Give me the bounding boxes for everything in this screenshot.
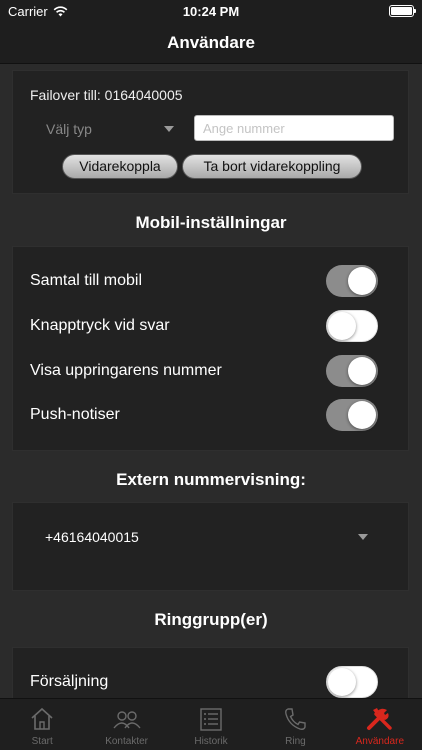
extern-number-select[interactable]: +46164040015: [30, 523, 376, 551]
keypress-answer-toggle[interactable]: [326, 310, 378, 342]
toggle-knob: [328, 668, 356, 696]
tab-ring[interactable]: Ring: [253, 699, 337, 750]
ring-groups-heading: Ringgrupp(er): [154, 610, 268, 629]
status-bar: Carrier 10:24 PM: [0, 0, 422, 22]
page-title: Användare: [167, 33, 255, 52]
nav-bar: Användare: [0, 22, 422, 64]
tab-history[interactable]: Historik: [169, 699, 253, 750]
failover-card: Failover till: 0164040005 Välj typ Vidar…: [12, 70, 409, 194]
tab-label: Ring: [285, 736, 306, 747]
type-select-value: Välj typ: [46, 121, 92, 137]
mobile-settings-heading: Mobil-inställningar: [135, 213, 287, 232]
setting-label: Samtal till mobil: [30, 272, 143, 289]
tab-user[interactable]: Användare: [338, 699, 422, 750]
push-notifications-toggle[interactable]: [326, 399, 378, 431]
setting-row-call-to-mobile: Samtal till mobil: [30, 263, 400, 303]
type-select[interactable]: Välj typ: [44, 117, 174, 141]
chevron-down-icon: [164, 126, 174, 132]
toggle-knob: [328, 312, 356, 340]
tab-label: Kontakter: [105, 736, 149, 747]
extern-number-value: +46164040015: [45, 529, 139, 545]
tab-contacts[interactable]: Kontakter: [84, 699, 168, 750]
tab-label: Start: [31, 736, 53, 747]
setting-row-push-notifications: Push-notiser: [30, 397, 400, 437]
setting-row-sales: Försäljning: [30, 664, 400, 698]
call-to-mobile-toggle[interactable]: [326, 265, 378, 297]
forward-button[interactable]: Vidarekoppla: [62, 154, 178, 179]
extern-number-heading: Extern nummervisning:: [116, 470, 306, 489]
toggle-knob: [348, 357, 376, 385]
remove-forward-button[interactable]: Ta bort vidarekoppling: [182, 154, 362, 179]
home-icon: [31, 707, 53, 730]
setting-row-show-caller-number: Visa uppringarens nummer: [30, 353, 400, 393]
show-caller-number-toggle[interactable]: [326, 355, 378, 387]
tab-label: Historik: [194, 736, 228, 747]
extern-number-card: +46164040015: [12, 502, 409, 591]
toggle-knob: [348, 401, 376, 429]
setting-label: Försäljning: [30, 673, 109, 690]
number-input[interactable]: [194, 115, 394, 141]
tab-bar: Start Kontakter Historik Ring Användare: [0, 698, 422, 750]
settings-content[interactable]: Failover till: 0164040005 Välj typ Vidar…: [0, 64, 422, 698]
setting-row-keypress-answer: Knapptryck vid svar: [30, 308, 400, 348]
setting-label: Push-notiser: [30, 406, 120, 423]
setting-label: Visa uppringarens nummer: [30, 362, 222, 379]
mobile-settings-card: Samtal till mobil Knapptryck vid svar Vi…: [12, 246, 409, 451]
sales-group-toggle[interactable]: [326, 666, 378, 698]
contacts-icon: [113, 711, 141, 729]
ring-groups-card: Försäljning: [12, 647, 409, 698]
phone-icon: [285, 708, 307, 730]
tab-start[interactable]: Start: [0, 699, 84, 750]
tools-icon: [366, 708, 392, 730]
history-icon: [200, 708, 222, 731]
toggle-knob: [348, 267, 376, 295]
tab-label: Användare: [355, 736, 405, 747]
battery-icon: [389, 5, 416, 17]
failover-label: Failover till: 0164040005: [30, 87, 183, 103]
status-time: 10:24 PM: [182, 4, 240, 19]
setting-label: Knapptryck vid svar: [30, 317, 170, 334]
chevron-down-icon: [358, 534, 368, 540]
